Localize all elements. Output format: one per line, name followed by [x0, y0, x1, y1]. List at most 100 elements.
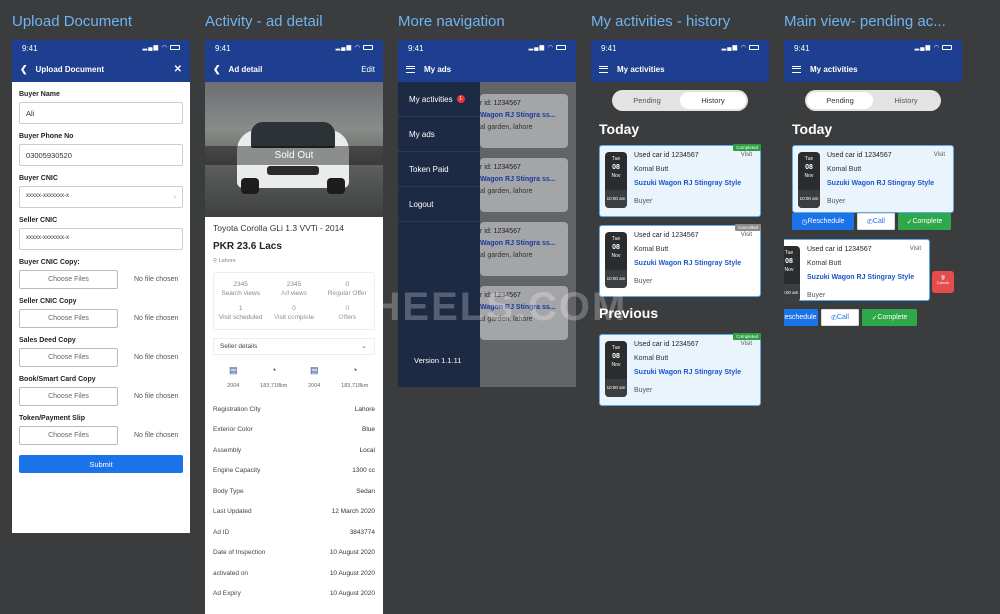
detail-value: 10 August 2020: [329, 569, 375, 577]
choose-files-button[interactable]: Choose Files: [19, 270, 118, 289]
seller-cnic-input[interactable]: xxxxx-xxxxxxx-x: [19, 228, 183, 250]
ad-stats-grid: 2345 Search views 2345 Ad views 0 Regular Off…: [213, 272, 375, 330]
card-actions: ◷ Reschedule✆ Call✓ Complete: [792, 213, 962, 230]
drawer-item-my-ads[interactable]: My ads: [398, 117, 480, 152]
date-month: Nov: [611, 253, 621, 259]
file-label: Seller CNIC Copy: [19, 298, 77, 305]
car-model-link[interactable]: Suzuki Wagon RJ Stingray Style: [634, 260, 741, 267]
back-arrow-icon[interactable]: ❮: [213, 64, 221, 75]
file-status-text: No file chosen: [134, 432, 179, 439]
spec-item: ▤ 2004: [294, 365, 335, 389]
drawer-item-label: My activities: [409, 94, 453, 104]
seller-details-label: Seller details: [220, 343, 258, 350]
drawer-item-my-activities[interactable]: My activities 1: [398, 82, 480, 117]
visit-type: Visit: [740, 232, 752, 238]
visit-type: Visit: [933, 152, 945, 158]
ad-location-text: Lahore: [218, 258, 236, 264]
activity-card[interactable]: Tue 08 Nov 10:00 am Used car id 1234567 Komal…: [599, 333, 761, 406]
stat-label: Visit complete: [273, 314, 315, 321]
activity-card[interactable]: Tue 08 Nov 10:00 am Used car id 1234567 Komal…: [784, 239, 930, 302]
ad-place-text: al garden, lahore: [480, 188, 533, 195]
tab-history[interactable]: History: [873, 92, 939, 109]
car-model-link[interactable]: Suzuki Wagon RJ Stingray Style: [634, 369, 741, 376]
detail-row: Registration City Lahore: [213, 399, 375, 420]
file-label: Book/Smart Card Copy: [19, 376, 96, 383]
tab-pending[interactable]: Pending: [807, 92, 873, 109]
date-number: 08: [612, 244, 620, 251]
screen-title-pending: Main view- pending ac...: [784, 13, 946, 30]
detail-key: Assembly: [213, 446, 242, 454]
buyer-cnic-input[interactable]: xxxxx-xxxxxxx-x ›: [19, 186, 183, 208]
ad-detail-screen: 9:41 ▂▄▆ ◠ ❮ Ad detail Edit Sold Out Toyo…: [205, 40, 383, 614]
date-box: Tue 08 Nov 10:00 am: [784, 246, 800, 302]
detail-row: Exterior Color Blue: [213, 420, 375, 441]
customer-role: Buyer: [634, 278, 653, 285]
call-button[interactable]: ✆ Call: [821, 309, 859, 326]
ad-price: PKR 23.6 Lacs: [213, 241, 282, 252]
car-photo[interactable]: Sold Out: [205, 82, 383, 217]
seller-details-dropdown[interactable]: Seller details ⌄: [213, 338, 375, 355]
choose-files-button[interactable]: Choose Files: [19, 387, 118, 406]
choose-files-button[interactable]: Choose Files: [19, 309, 118, 328]
activity-card[interactable]: Tue 08 Nov 10:00 am Used car id 1234567 Komal…: [599, 224, 761, 297]
close-icon[interactable]: ✕: [174, 64, 182, 75]
detail-key: Ad ID: [213, 528, 230, 536]
activity-card[interactable]: Tue 08 Nov 10:00 am Used car id 1234567 Komal…: [792, 145, 954, 213]
delete-button[interactable]: 🗑 Cancle: [932, 271, 954, 293]
hamburger-menu-icon[interactable]: [599, 66, 608, 73]
buyer-phone-input[interactable]: 03005930520: [19, 144, 183, 166]
reschedule-button[interactable]: ◷ Reschedule: [784, 309, 818, 326]
detail-key: Date of Inspection: [213, 549, 266, 557]
seller-cnic-label: Seller CNIC: [19, 217, 58, 224]
detail-value: 10 August 2020: [329, 590, 375, 598]
reschedule-button[interactable]: ◷ Reschedule: [792, 213, 854, 230]
car-id-text: Used car id 1234567: [634, 341, 699, 348]
detail-value: 1300 cc: [352, 467, 375, 475]
car-model-link[interactable]: Suzuki Wagon RJ Stingray Style: [807, 274, 914, 281]
call-button[interactable]: ✆ Call: [857, 213, 895, 230]
status-badge: Completed: [733, 144, 761, 151]
hamburger-menu-icon[interactable]: [406, 66, 415, 73]
edit-button[interactable]: Edit: [361, 65, 375, 74]
app-bar-title: My activities: [810, 65, 858, 74]
complete-button[interactable]: ✓ Complete: [898, 213, 951, 230]
customer-name: Komal Butt: [634, 355, 669, 362]
spec-item: ◔ 183,718km: [335, 365, 376, 389]
activity-card[interactable]: Tue 08 Nov 10:00 am Used car id 1234567 Komal…: [599, 144, 761, 217]
choose-files-button[interactable]: Choose Files: [19, 348, 118, 367]
date-box: Tue 08 Nov 10:00 am: [605, 341, 627, 397]
date-time: 10:00 am: [605, 270, 627, 288]
tab-pending[interactable]: Pending: [614, 92, 680, 109]
status-badge: Cancelled: [734, 224, 761, 231]
back-arrow-icon[interactable]: ❮: [20, 64, 28, 75]
car-model-link[interactable]: Suzuki Wagon RJ Stingray Style: [827, 180, 934, 187]
buyer-phone-label: Buyer Phone No: [19, 133, 74, 140]
car-model-link[interactable]: Suzuki Wagon RJ Stingray Style: [634, 180, 741, 187]
drawer-item-token-paid[interactable]: Token Paid: [398, 152, 480, 187]
customer-name: Komal Butt: [634, 166, 669, 173]
app-bar: ❮ Ad detail Edit: [205, 57, 383, 82]
tab-history[interactable]: History: [680, 92, 746, 109]
buyer-name-input[interactable]: Ali: [19, 102, 183, 124]
ad-id-text: r id: 1234567: [480, 292, 521, 299]
status-time: 9:41: [22, 44, 38, 53]
drawer-item-logout[interactable]: Logout: [398, 187, 480, 222]
complete-button[interactable]: ✓ Complete: [862, 309, 917, 326]
sold-out-banner: Sold Out: [205, 146, 383, 165]
detail-key: Engine Capacity: [213, 467, 261, 475]
choose-files-button[interactable]: Choose Files: [19, 426, 118, 445]
customer-role: Buyer: [807, 292, 826, 299]
date-day: Tue: [784, 250, 794, 256]
complete-label: Complete: [877, 314, 908, 321]
date-day: Tue: [611, 236, 621, 242]
hamburger-menu-icon[interactable]: [792, 66, 801, 73]
buyer-cnic-value: xxxxx-xxxxxxx-x: [26, 193, 69, 199]
chevron-right-icon: ›: [173, 192, 176, 201]
stat-label: Regular Offer: [327, 290, 367, 297]
file-upload-row: Choose Files No file chosen: [19, 348, 183, 367]
submit-button[interactable]: Submit: [19, 455, 183, 473]
customer-role: Buyer: [827, 198, 846, 205]
ad-place-text: al garden, lahore: [480, 124, 533, 131]
file-status-text: No file chosen: [134, 354, 179, 361]
battery-icon: [749, 44, 759, 50]
